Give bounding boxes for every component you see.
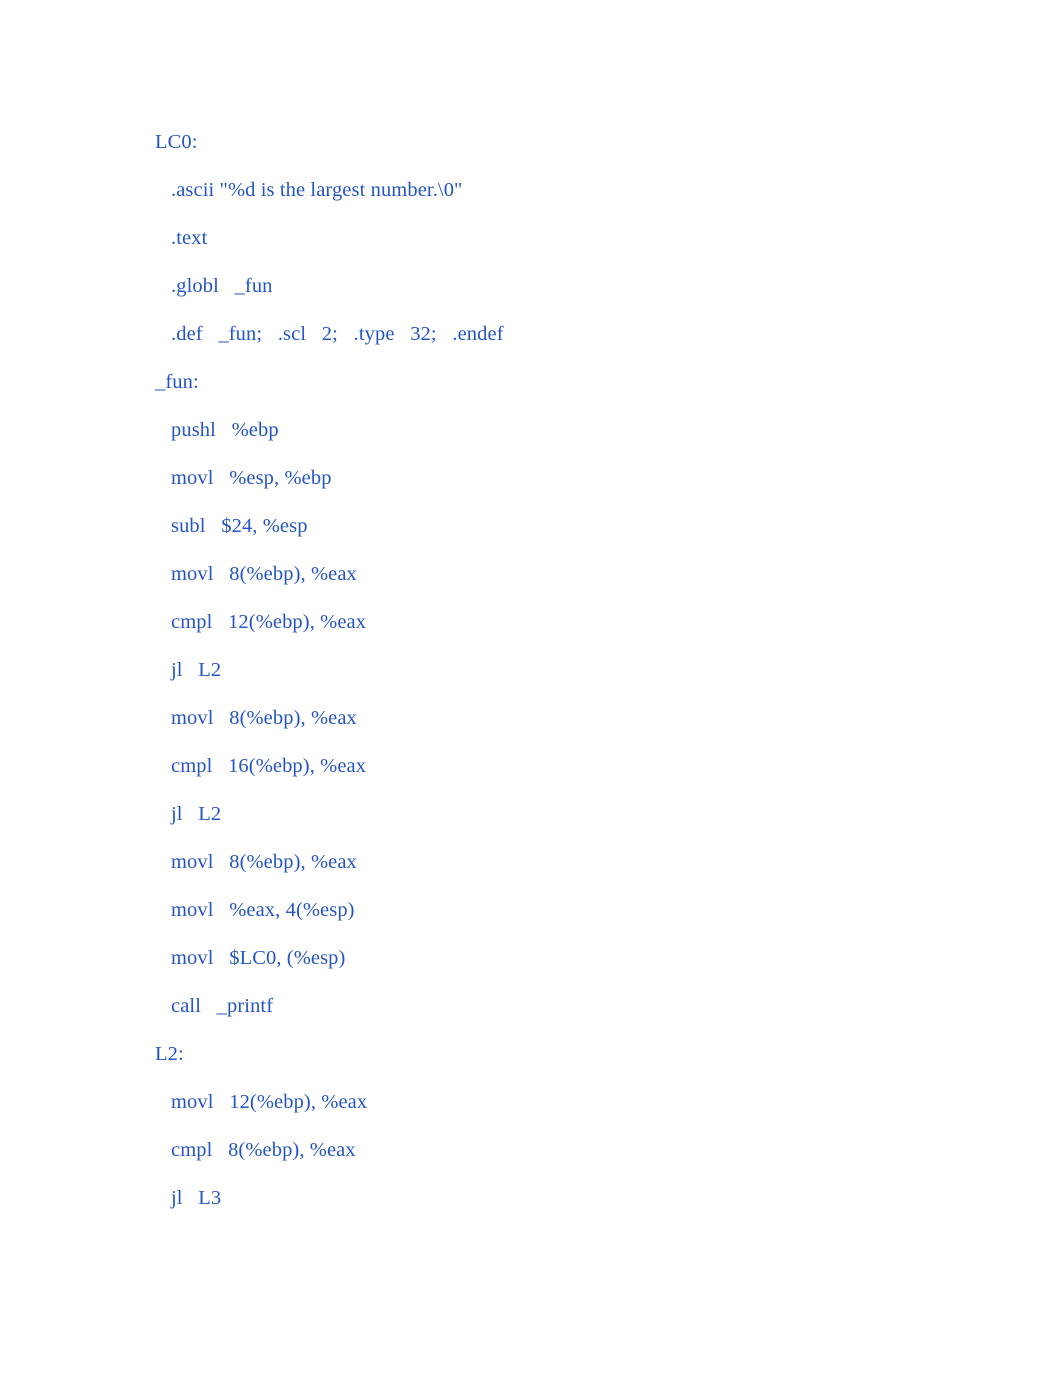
code-line: .ascii "%d is the largest number.\0" [171,179,463,201]
code-line: .globl _fun [171,275,273,297]
assembly-code-listing: LC0: .ascii "%d is the largest number.\0"… [0,118,1062,1222]
document-page: LC0: .ascii "%d is the largest number.\0"… [0,0,1062,1376]
code-line: cmpl 16(%ebp), %eax [171,755,367,777]
code-line: pushl %ebp [171,419,279,441]
code-line: jl L3 [171,1187,222,1209]
code-line: cmpl 8(%ebp), %eax [171,1139,356,1161]
code-line: movl 8(%ebp), %eax [171,707,357,729]
code-line: jl L2 [171,659,222,681]
code-line: call _printf [171,995,274,1017]
code-line: movl %eax, 4(%esp) [171,899,355,921]
code-line: movl 8(%ebp), %eax [171,563,357,585]
code-line: LC0: [155,131,198,153]
code-line: L2: [155,1043,184,1065]
code-line: _fun: [155,371,199,393]
code-line: cmpl 12(%ebp), %eax [171,611,367,633]
code-line: movl 8(%ebp), %eax [171,851,357,873]
code-line: jl L2 [171,803,222,825]
code-line: movl $LC0, (%esp) [171,947,346,969]
code-line: subl $24, %esp [171,515,308,537]
code-line: movl %esp, %ebp [171,467,332,489]
code-line: .def _fun; .scl 2; .type 32; .endef [171,323,504,345]
code-line: .text [171,227,208,249]
code-line: movl 12(%ebp), %eax [171,1091,368,1113]
